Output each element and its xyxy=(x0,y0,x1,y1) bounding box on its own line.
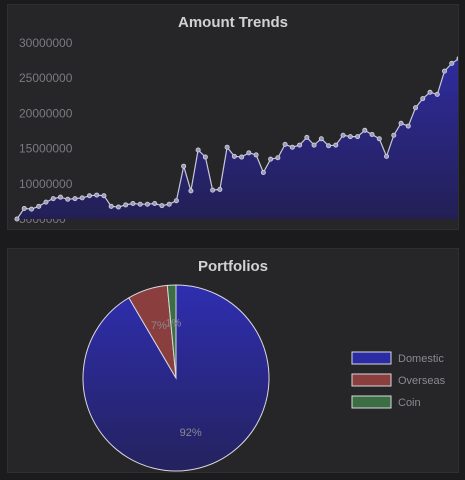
data-point[interactable] xyxy=(65,196,71,202)
data-point[interactable] xyxy=(195,147,201,153)
data-point[interactable] xyxy=(72,196,78,202)
data-point[interactable] xyxy=(369,132,375,138)
y-tick-label: 25000000 xyxy=(19,71,73,85)
data-point[interactable] xyxy=(224,144,230,150)
y-tick-label: 20000000 xyxy=(19,106,73,120)
data-point[interactable] xyxy=(420,96,426,102)
data-point[interactable] xyxy=(318,136,324,142)
data-point[interactable] xyxy=(14,216,20,222)
data-point[interactable] xyxy=(253,152,259,158)
legend-swatch-coin[interactable] xyxy=(351,395,392,409)
data-point[interactable] xyxy=(123,202,129,208)
data-point[interactable] xyxy=(115,204,121,210)
data-point[interactable] xyxy=(413,105,419,111)
data-point[interactable] xyxy=(449,60,455,66)
legend-swatch-overseas[interactable] xyxy=(351,373,392,387)
y-tick-label: 15000000 xyxy=(19,142,73,156)
data-point[interactable] xyxy=(36,203,42,209)
y-tick-label: 30000000 xyxy=(19,36,73,50)
data-point[interactable] xyxy=(173,198,179,204)
legend-label-domestic[interactable]: Domestic xyxy=(398,353,444,365)
data-point[interactable] xyxy=(326,143,332,149)
data-point[interactable] xyxy=(137,201,143,207)
data-point[interactable] xyxy=(188,188,194,194)
data-point[interactable] xyxy=(101,193,107,199)
data-point[interactable] xyxy=(108,203,114,209)
data-point[interactable] xyxy=(297,142,303,148)
amount-trend-area xyxy=(17,59,458,219)
data-point[interactable] xyxy=(347,134,353,140)
data-point[interactable] xyxy=(94,192,100,198)
data-point[interactable] xyxy=(202,154,208,160)
data-point[interactable] xyxy=(442,68,448,74)
data-point[interactable] xyxy=(43,199,49,205)
data-point[interactable] xyxy=(355,134,361,140)
amount-trends-panel: Amount Trends 30000000 25000000 20000000 15… xyxy=(7,4,459,230)
data-point[interactable] xyxy=(246,150,252,156)
legend-label-coin[interactable]: Coin xyxy=(398,397,421,409)
data-point[interactable] xyxy=(159,203,165,209)
data-point[interactable] xyxy=(282,141,288,147)
data-point[interactable] xyxy=(398,120,404,126)
data-point[interactable] xyxy=(311,142,317,148)
pie-label-coin: 1% xyxy=(165,317,181,329)
data-point[interactable] xyxy=(434,91,440,97)
data-point[interactable] xyxy=(384,153,390,159)
data-point[interactable] xyxy=(21,205,27,211)
data-point[interactable] xyxy=(152,201,158,207)
data-point[interactable] xyxy=(79,195,85,201)
data-point[interactable] xyxy=(50,196,56,202)
data-point[interactable] xyxy=(231,153,237,159)
data-point[interactable] xyxy=(181,163,187,169)
data-point[interactable] xyxy=(28,206,34,212)
data-point[interactable] xyxy=(456,56,458,61)
data-point[interactable] xyxy=(304,134,310,140)
pie-label-domestic: 92% xyxy=(180,427,202,439)
data-point[interactable] xyxy=(166,201,172,207)
data-point[interactable] xyxy=(210,187,216,193)
data-point[interactable] xyxy=(340,132,346,138)
data-point[interactable] xyxy=(333,142,339,148)
data-point[interactable] xyxy=(130,201,136,207)
data-point[interactable] xyxy=(391,132,397,138)
data-point[interactable] xyxy=(144,201,150,207)
data-point[interactable] xyxy=(405,123,411,129)
amount-trends-chart: 30000000 25000000 20000000 15000000 10000000… xyxy=(14,36,458,226)
data-point[interactable] xyxy=(289,144,295,150)
data-point[interactable] xyxy=(217,186,223,192)
data-point[interactable] xyxy=(376,136,382,142)
data-point[interactable] xyxy=(86,193,92,199)
y-tick-label: 10000000 xyxy=(19,177,73,191)
data-point[interactable] xyxy=(260,170,266,176)
data-point[interactable] xyxy=(268,156,274,162)
legend-label-overseas[interactable]: Overseas xyxy=(398,375,446,387)
legend-swatch-domestic[interactable] xyxy=(351,351,392,365)
data-point[interactable] xyxy=(239,154,245,160)
portfolios-chart: 92%7%1% DomesticOverseasCoin xyxy=(82,284,446,472)
data-point[interactable] xyxy=(427,89,433,95)
data-point[interactable] xyxy=(362,127,368,133)
data-point[interactable] xyxy=(57,194,63,200)
data-point[interactable] xyxy=(275,155,281,161)
portfolios-panel: Portfolios 92% 7% 1% Domestic Overseas Coin xyxy=(7,248,459,473)
